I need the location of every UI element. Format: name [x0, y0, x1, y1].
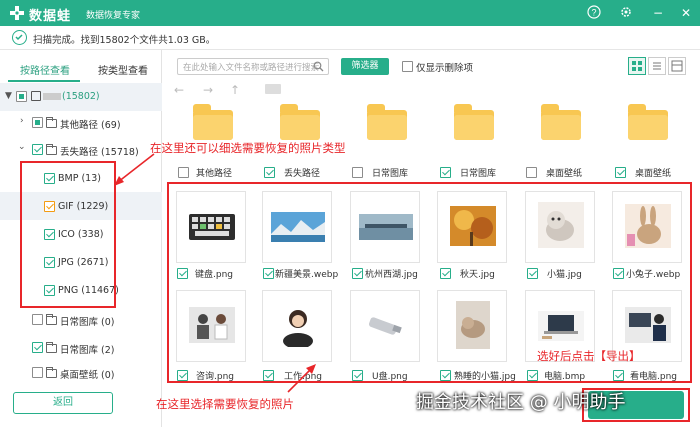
drive-icon: [31, 91, 41, 101]
folder-checkbox[interactable]: [264, 167, 275, 178]
nav-up-icon[interactable]: ↑: [230, 83, 240, 97]
search-placeholder: 在此处输入文件名称或路径进行搜索: [183, 63, 320, 73]
checkbox[interactable]: [32, 314, 43, 325]
app-name: 数据蛙: [29, 9, 72, 24]
status-bar: 扫描完成。找到15802个文件共1.03 GB。: [0, 26, 700, 50]
list-view-button[interactable]: [648, 57, 666, 75]
folder-checkbox[interactable]: [352, 167, 363, 178]
folder-icon: [46, 117, 57, 128]
deleted-only-checkbox[interactable]: [402, 61, 413, 72]
checkbox[interactable]: [32, 342, 43, 353]
folder-icon[interactable]: [541, 104, 581, 140]
folder-icon[interactable]: [193, 104, 233, 140]
annotation-export-hint: 选好后点击【导出】: [537, 349, 641, 363]
checkbox[interactable]: [32, 144, 43, 155]
tree-label: 桌面壁纸 (0): [60, 370, 115, 381]
help-icon: ?: [587, 5, 601, 19]
tree-label: 其他路径 (69): [60, 120, 121, 131]
folder-icon: [46, 342, 57, 353]
tree-root-row[interactable]: ▼ (15802): [0, 83, 162, 111]
folder-icon: [46, 144, 57, 155]
drive-name-redacted: [43, 93, 61, 100]
minimize-button[interactable]: −: [650, 5, 666, 21]
root-count: (15802): [62, 91, 100, 102]
folder-icon: [46, 367, 57, 378]
grid-view-icon: [632, 61, 642, 71]
folder-checkbox[interactable]: [526, 167, 537, 178]
list-view-icon: [653, 62, 661, 70]
tree-item-daily-gallery-0[interactable]: 日常图库 (0): [0, 305, 162, 333]
folder-label: 桌面壁纸: [546, 169, 583, 179]
tab-by-type[interactable]: 按类型查看: [98, 62, 148, 77]
settings-icon: [621, 7, 631, 17]
app-logo-icon: [8, 4, 26, 22]
folder-label: 日常图库: [372, 169, 409, 179]
help-button[interactable]: ?: [586, 5, 602, 21]
watermark: 掘金技术社区 @ 小明助手: [416, 392, 626, 413]
annotation-arrow-icon: [114, 153, 155, 186]
nav-forward-icon[interactable]: →: [203, 83, 213, 97]
active-tab-indicator: [8, 80, 80, 82]
folder-icon[interactable]: [280, 104, 320, 140]
folder-label: 丢失路径: [284, 169, 321, 179]
chevron-down-icon: ▼: [5, 91, 12, 101]
annotation-select-here: 在这里选择需要恢复的照片: [156, 397, 294, 411]
svg-text:?: ?: [591, 8, 596, 18]
checkbox[interactable]: [32, 117, 43, 128]
tree-item-daily-gallery-2[interactable]: 日常图库 (2): [0, 333, 162, 361]
current-path: [265, 84, 281, 94]
folder-checkbox[interactable]: [615, 167, 626, 178]
search-icon[interactable]: [313, 61, 324, 72]
folder-checkbox[interactable]: [178, 167, 189, 178]
chevron-right-icon: ›: [20, 116, 24, 126]
close-button[interactable]: ✕: [678, 5, 694, 21]
deleted-only-label: 仅显示删除项: [416, 63, 474, 74]
tree-item-wallpaper[interactable]: 桌面壁纸 (0): [0, 360, 162, 388]
folder-icon[interactable]: [454, 104, 494, 140]
tree-label: 日常图库 (2): [60, 345, 115, 356]
folder-checkbox[interactable]: [440, 167, 451, 178]
app-subtitle: 数据恢复专家: [86, 11, 141, 21]
settings-button[interactable]: [618, 5, 634, 21]
tab-by-path[interactable]: 按路径查看: [20, 62, 70, 77]
scan-status-text: 扫描完成。找到15802个文件共1.03 GB。: [33, 35, 216, 46]
detail-view-button[interactable]: [668, 57, 686, 75]
annotation-filter-types: 在这里还可以细选需要恢复的照片类型: [150, 141, 346, 155]
detail-view-icon: [671, 60, 683, 72]
annotation-box-types: [20, 161, 116, 308]
scan-complete-icon: [12, 30, 27, 45]
tree-label: 日常图库 (0): [60, 317, 115, 328]
title-bar: 数据蛙 数据恢复专家 ? − ✕: [0, 0, 700, 26]
back-button[interactable]: 返回: [13, 392, 113, 414]
root-checkbox[interactable]: [16, 91, 27, 102]
chevron-down-icon: ⌄: [18, 142, 26, 152]
filter-button[interactable]: 筛选器: [341, 58, 389, 75]
grid-view-button[interactable]: [628, 57, 646, 75]
folder-label: 日常图库: [460, 169, 497, 179]
tree-item-other-path[interactable]: › 其他路径 (69): [0, 108, 162, 136]
nav-back-icon[interactable]: ←: [174, 83, 184, 97]
folder-icon[interactable]: [367, 104, 407, 140]
folder-icon: [46, 314, 57, 325]
folder-icon[interactable]: [628, 104, 668, 140]
checkbox[interactable]: [32, 367, 43, 378]
annotation-arrow-icon: [287, 364, 316, 393]
search-input[interactable]: 在此处输入文件名称或路径进行搜索: [177, 58, 329, 75]
folder-label: 其他路径: [196, 169, 233, 179]
folder-label: 桌面壁纸: [635, 169, 672, 179]
